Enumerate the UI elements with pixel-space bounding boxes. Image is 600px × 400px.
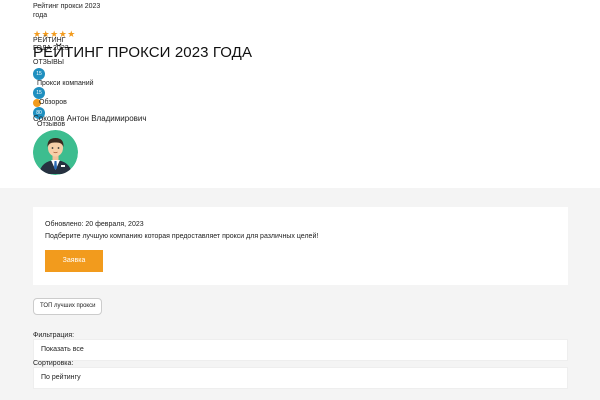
author-name[interactable]: Соколов Антон Владимирович — [33, 114, 147, 123]
intro-subtitle: Подберите лучшую компанию которая предос… — [45, 233, 319, 240]
filter-select[interactable]: Показать все — [33, 339, 568, 361]
sort-label: Сортировка: — [33, 360, 74, 367]
top-bar: Рейтинг прокси 2023 года — [0, 0, 600, 30]
updated-date: Обновлено: 20 февраля, 2023 — [45, 221, 144, 228]
apply-button[interactable]: Заявка — [45, 250, 103, 272]
intro-card: Обновлено: 20 февраля, 2023 Подберите лу… — [33, 207, 568, 285]
author-avatar-icon — [33, 130, 78, 175]
sort-select[interactable]: По рейтингу — [33, 367, 568, 389]
stat-count-reviews: 15 — [33, 87, 45, 99]
page-title: РЕЙТИНГ ПРОКСИ 2023 ГОДА — [33, 44, 253, 61]
top-proxy-tag[interactable]: ТОП лучших прокси — [33, 298, 103, 315]
stat-label-companies: Прокси компаний — [37, 80, 94, 87]
topbar-title[interactable]: Рейтинг прокси 2023 года — [33, 2, 113, 20]
stat-label-reviews: Обзоров — [39, 99, 67, 106]
stat-count-companies: 15 — [33, 68, 45, 80]
filter-label: Фильтрация: — [33, 332, 75, 339]
